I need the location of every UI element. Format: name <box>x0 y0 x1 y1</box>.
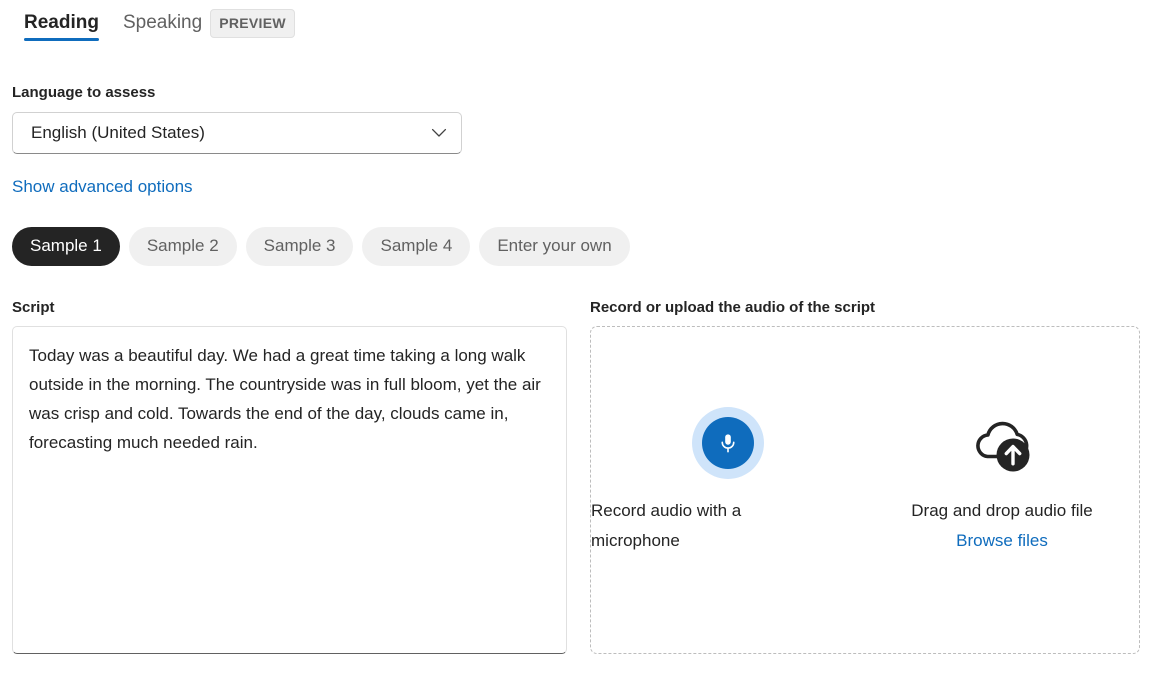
script-textarea[interactable] <box>12 326 567 654</box>
main-content: Language to assess English (United State… <box>0 83 1152 659</box>
language-to-assess-label: Language to assess <box>12 83 1140 103</box>
sample-pill-group: Sample 1 Sample 2 Sample 3 Sample 4 Ente… <box>12 227 1140 266</box>
record-audio-option[interactable]: Record audio with a microphone <box>591 327 865 556</box>
language-select-value: English (United States) <box>31 122 429 144</box>
microphone-circle <box>702 417 754 469</box>
tab-active-indicator <box>24 38 99 41</box>
browse-files-link[interactable]: Browse files <box>956 526 1048 556</box>
show-advanced-options-link[interactable]: Show advanced options <box>12 176 193 198</box>
chevron-down-icon <box>429 123 449 143</box>
upload-title: Record or upload the audio of the script <box>590 298 1140 318</box>
upload-file-option[interactable]: Drag and drop audio file Browse files <box>865 327 1139 556</box>
upload-file-caption: Drag and drop audio file <box>865 496 1139 526</box>
language-select[interactable]: English (United States) <box>12 112 462 154</box>
script-title: Script <box>12 298 567 318</box>
upload-column: Record or upload the audio of the script <box>590 298 1140 659</box>
sample-pill-3[interactable]: Sample 3 <box>246 227 354 266</box>
record-audio-caption: Record audio with a microphone <box>591 496 781 556</box>
tab-speaking[interactable]: Speaking PREVIEW <box>111 0 307 44</box>
tab-reading[interactable]: Reading <box>12 0 111 44</box>
preview-badge: PREVIEW <box>210 9 295 38</box>
script-column: Script <box>12 298 567 659</box>
tab-reading-label: Reading <box>24 11 99 35</box>
sample-pill-4[interactable]: Sample 4 <box>362 227 470 266</box>
tab-speaking-label: Speaking <box>123 11 202 35</box>
sample-pill-enter-your-own[interactable]: Enter your own <box>479 227 629 266</box>
editor-columns: Script Record or upload the audio of the… <box>12 298 1140 659</box>
cloud-upload-icon <box>969 412 1035 474</box>
tab-strip: Reading Speaking PREVIEW <box>0 0 1152 48</box>
record-or-upload-dropzone[interactable]: Record audio with a microphone Drag and … <box>590 326 1140 654</box>
microphone-button[interactable] <box>692 407 764 479</box>
sample-pill-1[interactable]: Sample 1 <box>12 227 120 266</box>
microphone-icon <box>715 430 741 456</box>
sample-pill-2[interactable]: Sample 2 <box>129 227 237 266</box>
